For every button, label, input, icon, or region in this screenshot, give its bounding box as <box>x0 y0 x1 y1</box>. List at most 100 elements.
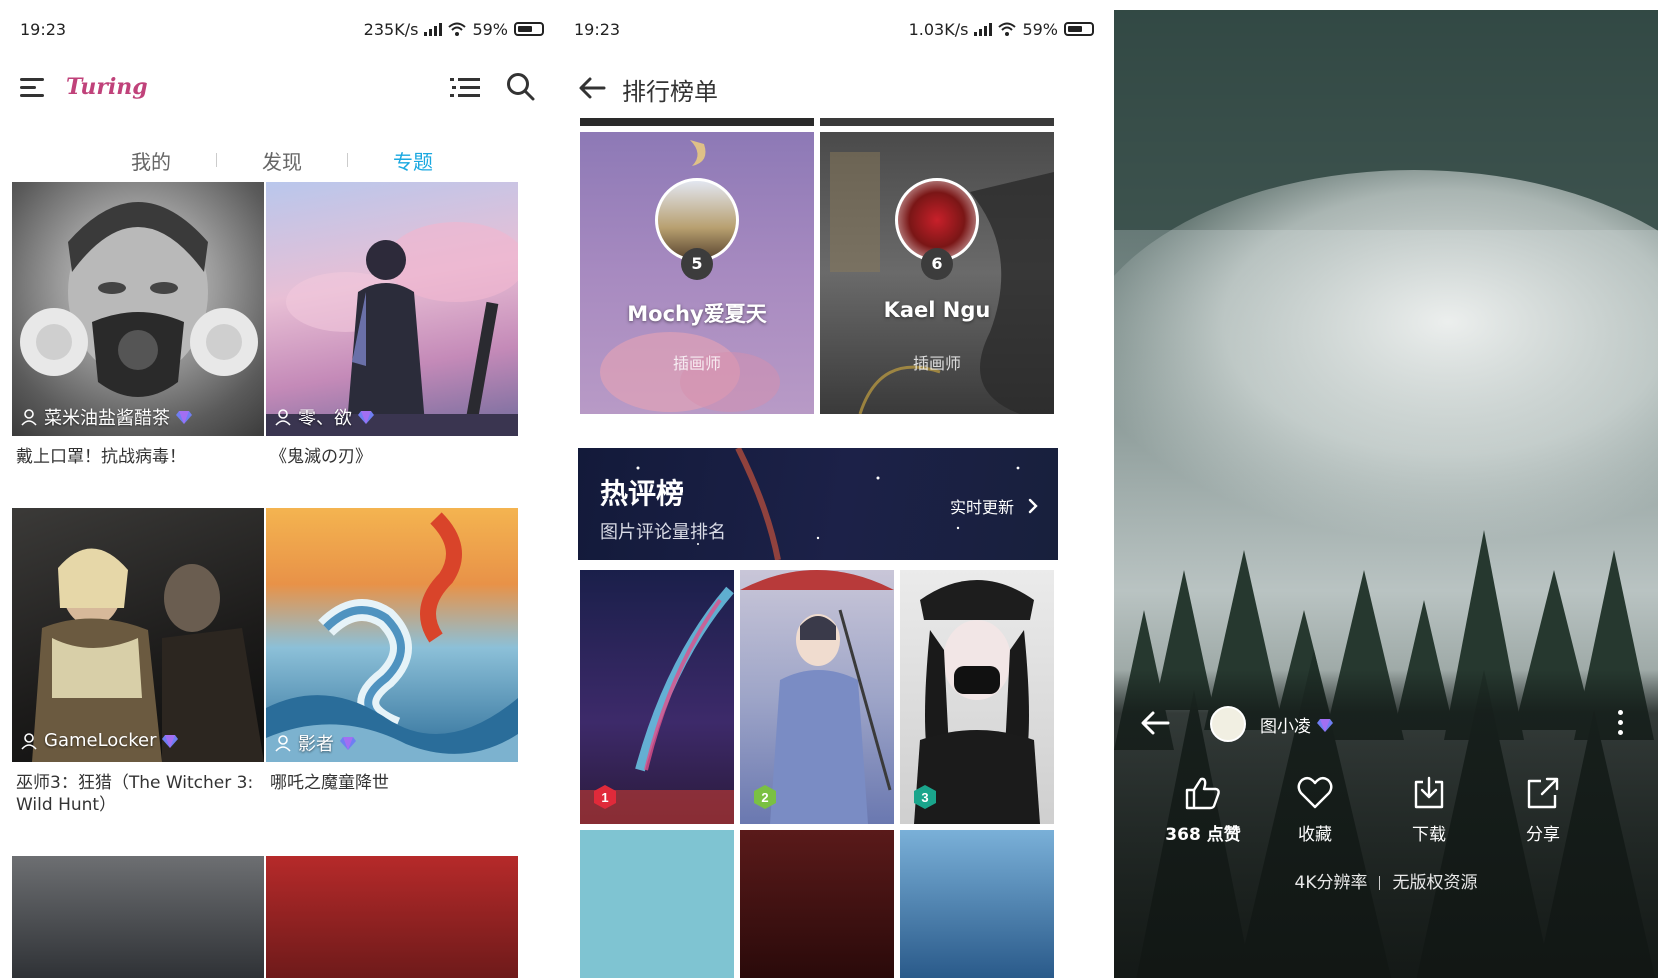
like-count: 368 点赞 <box>1165 825 1241 845</box>
user-icon <box>275 735 291 752</box>
heart-icon <box>1297 776 1333 809</box>
status-time: 19:23 <box>574 19 621 39</box>
back-arrow-icon[interactable] <box>578 76 606 100</box>
diamond-badge-icon <box>162 734 179 748</box>
diamond-badge-icon <box>1317 718 1333 732</box>
card-image-partial[interactable] <box>12 856 264 978</box>
topic-card[interactable]: 零、欲 《鬼滅の刃》 <box>266 182 518 482</box>
rank-number: 6 <box>921 248 953 280</box>
rank-badge-number: 1 <box>601 790 608 805</box>
share-button[interactable]: 分享 <box>1488 776 1598 845</box>
topic-card[interactable]: GameLocker 巫师3：狂猎（The Witcher 3: Wild Hu… <box>12 508 264 828</box>
author-name: GameLocker <box>44 730 157 751</box>
card-author[interactable]: 影者 <box>274 730 356 756</box>
card-author[interactable]: GameLocker <box>20 730 179 751</box>
tab-topics[interactable]: 专题 <box>348 146 478 175</box>
card-caption: 巫师3：狂猎（The Witcher 3: Wild Hunt） <box>16 773 254 815</box>
status-time: 19:23 <box>20 19 67 39</box>
battery-percent: 59% <box>472 19 508 39</box>
battery-icon <box>1064 22 1094 36</box>
gasmask-illustration <box>20 202 258 397</box>
artist-name: Kael Ngu <box>883 298 991 322</box>
hot-image-thumb-partial[interactable] <box>580 830 734 978</box>
diamond-badge-icon <box>340 737 356 750</box>
scroll-remnant <box>820 118 1054 126</box>
topic-card[interactable]: 菜米油盐酱醋茶 戴上口罩！抗战病毒！ <box>12 182 264 482</box>
artist-role: 插画师 <box>672 354 721 373</box>
topic-card[interactable]: 影者 哪吒之魔童降世 <box>266 508 518 828</box>
tab-mine[interactable]: 我的 <box>86 146 216 175</box>
hot-image-thumb[interactable]: 2 <box>740 570 894 824</box>
card-author[interactable]: 菜米油盐酱醋茶 <box>20 404 192 430</box>
resolution-label: 4K分辨率 <box>1294 873 1368 893</box>
collect-button[interactable]: 收藏 <box>1260 776 1370 845</box>
scroll-remnant <box>580 118 814 126</box>
wifi-icon <box>998 22 1017 36</box>
uploader-avatar[interactable] <box>1210 706 1246 742</box>
rank-badge-number: 3 <box>921 790 928 805</box>
update-label: 实时更新 <box>949 498 1014 517</box>
uploader-info[interactable]: 图小凌 <box>1260 712 1333 737</box>
card-image-partial[interactable] <box>266 856 518 978</box>
network-speed: 235K/s <box>363 19 419 39</box>
hot-comments-banner[interactable]: 热评榜 图片评论量排名 实时更新 <box>578 448 1058 560</box>
status-bar: 19:23 1.03K/s 59% <box>564 10 1104 48</box>
tab-discover[interactable]: 发现 <box>217 146 347 175</box>
realtime-update-link[interactable]: 实时更新 <box>950 494 1038 518</box>
author-name: 影者 <box>298 734 334 755</box>
hot-image-thumb[interactable]: 3 <box>900 570 1054 824</box>
card-image-demon-slayer[interactable] <box>266 182 518 436</box>
battery-percent: 59% <box>1022 19 1058 39</box>
thumbs-up-icon <box>1185 777 1220 810</box>
rank-badge-2: 2 <box>754 785 776 809</box>
search-icon[interactable] <box>506 72 536 102</box>
menu-icon[interactable] <box>20 78 44 98</box>
witcher-illustration <box>32 548 264 762</box>
banner-subtitle: 图片评论量排名 <box>600 522 726 543</box>
chevron-right-icon <box>1028 498 1038 514</box>
top-toolbar: Turing <box>10 60 554 120</box>
rank-badge-3: 3 <box>914 785 936 809</box>
copyright-label: 无版权资源 <box>1392 873 1478 893</box>
ranking-screen: 19:23 1.03K/s 59% 排行榜单 5 Mochy爱夏天 插画师 6 … <box>564 10 1104 978</box>
signal-icon <box>974 22 993 36</box>
uploader-name: 图小凌 <box>1260 717 1311 737</box>
more-options-icon[interactable] <box>1618 710 1624 736</box>
artist-rank-card[interactable]: 6 Kael Ngu 插画师 <box>820 132 1054 414</box>
top-toolbar: 排行榜单 <box>564 60 1104 120</box>
back-arrow-icon[interactable] <box>1140 710 1170 736</box>
artist-rank-card[interactable]: 5 Mochy爱夏天 插画师 <box>580 132 814 414</box>
rank-badge-1: 1 <box>594 785 616 809</box>
user-icon <box>21 732 37 750</box>
hot-image-thumb[interactable]: 1 <box>580 570 734 824</box>
image-detail-screen: 图小凌 368 点赞 收藏 下载 分享 4K分辨率 无版权资源 <box>1114 10 1658 978</box>
list-view-icon[interactable] <box>450 76 482 100</box>
dragon-illustration <box>266 512 518 762</box>
artist-role: 插画师 <box>912 354 961 373</box>
app-logo: Turing <box>66 74 148 100</box>
download-icon <box>1414 776 1444 809</box>
info-divider <box>1379 876 1381 890</box>
collect-label: 收藏 <box>1298 825 1332 845</box>
like-button[interactable]: 368 点赞 <box>1148 776 1258 845</box>
share-label: 分享 <box>1526 825 1560 845</box>
author-name: 菜米油盐酱醋茶 <box>44 408 170 429</box>
status-bar: 19:23 235K/s 59% <box>10 10 554 48</box>
rank-number: 5 <box>681 248 713 280</box>
banner-title: 热评榜 <box>600 477 685 510</box>
discover-screen: 19:23 235K/s 59% Turing 我的 发现 专题 菜米油盐酱醋茶… <box>10 10 554 978</box>
card-image-nezha[interactable] <box>266 508 518 762</box>
signal-icon <box>424 22 443 36</box>
user-icon <box>275 409 291 426</box>
card-author[interactable]: 零、欲 <box>274 404 374 430</box>
hot-image-thumb-partial[interactable] <box>740 830 894 978</box>
card-image-gasmask[interactable] <box>12 182 264 436</box>
image-action-bar: 图小凌 368 点赞 收藏 下载 分享 4K分辨率 无版权资源 <box>1114 670 1658 978</box>
user-icon <box>21 409 37 426</box>
anime-girl-illustration <box>266 222 518 436</box>
wifi-icon <box>448 22 467 36</box>
download-button[interactable]: 下载 <box>1374 776 1484 845</box>
card-image-witcher[interactable] <box>12 508 264 762</box>
share-icon <box>1527 777 1559 809</box>
hot-image-thumb-partial[interactable] <box>900 830 1054 978</box>
